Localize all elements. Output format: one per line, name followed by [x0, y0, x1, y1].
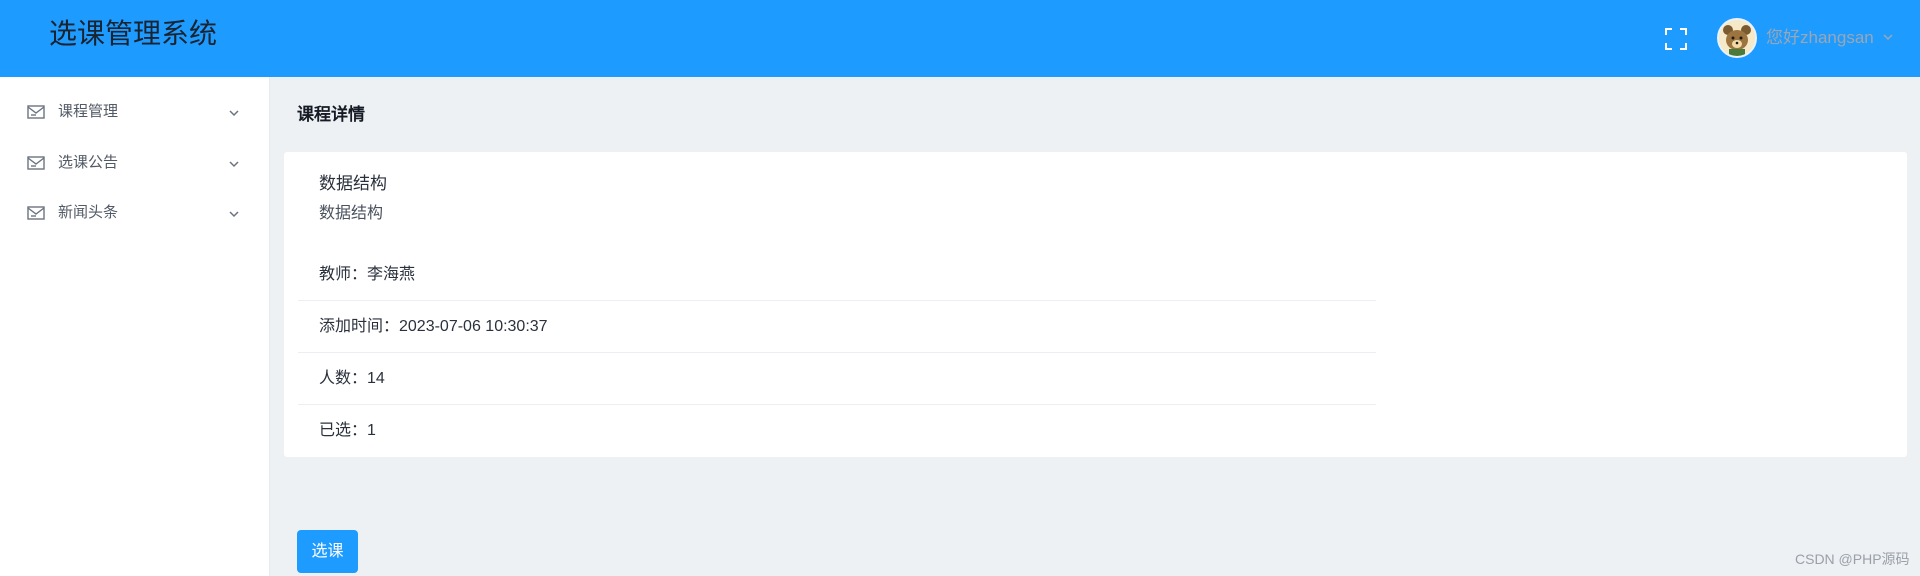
user-greeting[interactable]: 您好zhangsan	[1766, 26, 1874, 50]
capacity-text: 人数：14	[319, 370, 385, 387]
mail-icon	[27, 105, 45, 119]
fullscreen-icon[interactable]	[1664, 27, 1688, 51]
info-row-teacher: 教师：李海燕	[298, 249, 1376, 301]
section-title: 课程详情	[297, 105, 365, 124]
chevron-down-icon[interactable]	[1882, 31, 1894, 43]
sidebar-item-course-management[interactable]: 课程管理	[0, 87, 269, 137]
sidebar-item-label: 新闻头条	[58, 204, 119, 221]
course-description: 数据结构	[319, 205, 384, 222]
watermark: CSDN @PHP源码	[1795, 551, 1910, 567]
selected-count-text: 已选：1	[319, 422, 376, 439]
select-course-button[interactable]: 选课	[297, 530, 358, 573]
chevron-down-icon	[229, 211, 239, 218]
info-row-added-time: 添加时间：2023-07-06 10:30:37	[298, 301, 1376, 353]
top-header: 选课管理系统 您好zhangsan	[0, 0, 1920, 77]
course-name: 数据结构	[319, 174, 387, 193]
info-row-capacity: 人数：14	[298, 353, 1376, 405]
sidebar-item-label: 课程管理	[58, 103, 119, 120]
mail-icon	[27, 156, 45, 170]
sidebar: 课程管理 选课公告 新闻头条	[0, 77, 270, 576]
mail-icon	[27, 206, 45, 220]
sidebar-item-label: 选课公告	[58, 154, 119, 171]
chevron-down-icon	[229, 110, 239, 117]
avatar-bear-icon	[1719, 20, 1755, 56]
info-row-selected: 已选：1	[298, 405, 1376, 457]
avatar[interactable]	[1717, 18, 1757, 58]
course-detail-card: 数据结构 数据结构 教师：李海燕 添加时间：2023-07-06 10:30:3…	[284, 152, 1907, 457]
added-time-text: 添加时间：2023-07-06 10:30:37	[319, 318, 548, 335]
sidebar-item-course-notice[interactable]: 选课公告	[0, 138, 269, 188]
app-title: 选课管理系统	[49, 18, 218, 49]
chevron-down-icon	[229, 161, 239, 168]
sidebar-item-news[interactable]: 新闻头条	[0, 188, 269, 238]
teacher-text: 教师：李海燕	[319, 266, 416, 283]
